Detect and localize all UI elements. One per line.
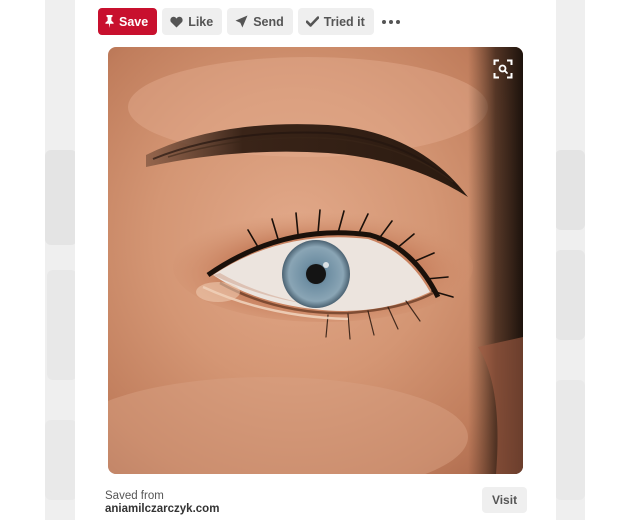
tried-it-button[interactable]: Tried it (297, 8, 374, 35)
background-pin (555, 150, 585, 230)
save-button[interactable]: Save (98, 8, 158, 35)
pushpin-icon (105, 15, 114, 28)
send-button-label: Send (253, 14, 284, 29)
send-button[interactable]: Send (227, 8, 293, 35)
eye-makeup-photo (108, 47, 523, 474)
background-pin (555, 250, 585, 340)
more-horizontal-icon (388, 19, 393, 24)
more-horizontal-icon (381, 19, 386, 24)
visual-search-button[interactable] (493, 59, 513, 79)
tried-it-button-label: Tried it (323, 14, 365, 29)
background-pin (45, 420, 77, 500)
visit-button[interactable]: Visit (482, 487, 527, 513)
saved-from-label: Saved from (105, 490, 164, 502)
save-button-label: Save (119, 14, 149, 29)
background-pin (45, 150, 77, 245)
send-arrow-icon (235, 15, 248, 28)
background-pin (47, 270, 77, 380)
more-options-button[interactable] (379, 8, 403, 35)
pin-image[interactable] (108, 47, 523, 474)
pin-toolbar: Save Like Send Tried it (98, 8, 403, 35)
like-button-label: Like (188, 14, 214, 29)
like-button[interactable]: Like (162, 8, 223, 35)
heart-icon (170, 16, 183, 28)
checkmark-icon (305, 16, 319, 27)
more-horizontal-icon (395, 19, 400, 24)
visual-search-icon (493, 59, 513, 79)
pin-closeup-card: Save Like Send Tried it Saved from aniam… (75, 0, 556, 520)
source-domain-link[interactable]: aniamilczarczyk.com (105, 503, 219, 515)
background-pin (555, 380, 585, 500)
